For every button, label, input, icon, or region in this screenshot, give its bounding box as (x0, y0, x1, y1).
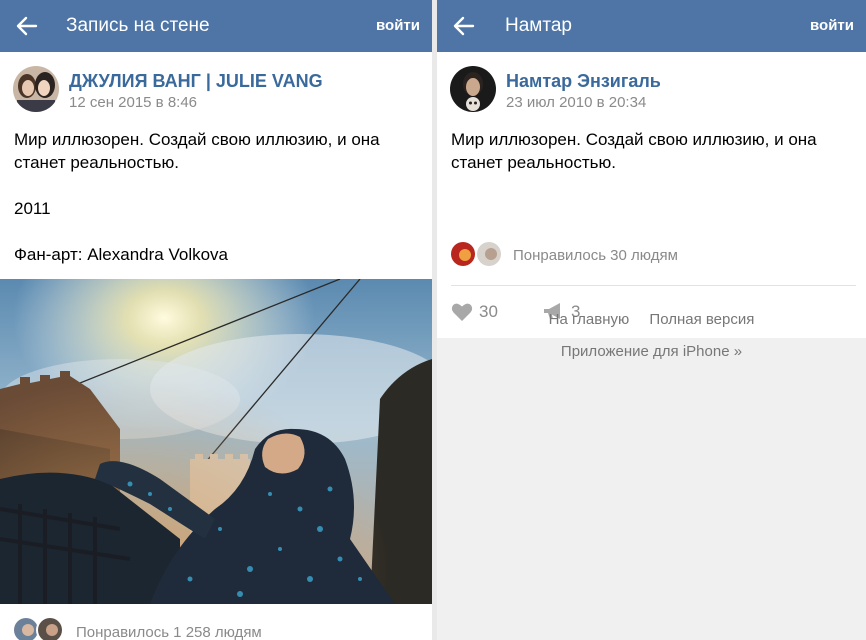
post-date[interactable]: 23 июл 2010 в 20:34 (506, 94, 646, 112)
likes-count-text[interactable]: Понравилось 1 258 людям (76, 624, 262, 640)
post-text-paragraph: Мир иллюзорен. Создай свою иллюзию, и он… (14, 130, 380, 172)
full-version-link[interactable]: Полная версия (649, 311, 754, 328)
post-author-link[interactable]: Намтар Энзигаль (506, 70, 661, 92)
likes-row[interactable]: Понравилось 30 людям (437, 238, 866, 272)
page-title: Запись на стене (66, 15, 210, 36)
page-title: Намтар (505, 15, 572, 36)
login-button[interactable]: войти (810, 17, 854, 35)
likes-count-text[interactable]: Понравилось 30 людям (513, 247, 678, 265)
post-text-paragraph: Мир иллюзорен. Создай свою иллюзию, и он… (451, 130, 817, 172)
liker-avatar[interactable] (36, 616, 64, 640)
post-text: Мир иллюзорен. Создай свою иллюзию, и он… (0, 124, 432, 266)
liker-avatar[interactable] (449, 240, 477, 268)
top-bar: Запись на стене войти (0, 0, 432, 52)
post-text-paragraph: Фан-арт: Alexandra Volkova (14, 245, 229, 264)
footer-links: На главную Полная версия (437, 311, 866, 329)
post-photo[interactable] (0, 279, 432, 604)
top-bar: Намтар войти (437, 0, 866, 52)
post-text: Мир иллюзорен. Создай свою иллюзию, и он… (437, 124, 866, 174)
author-avatar[interactable] (13, 66, 59, 112)
wall-post-panel: Запись на стене войти ДЖУЛИЯ ВАНГ | JULI… (0, 0, 432, 640)
wall-post-panel-right: Намтар войти Намтар Энзигаль 23 июл 2010… (437, 0, 866, 640)
author-avatar[interactable] (450, 66, 496, 112)
post-header: ДЖУЛИЯ ВАНГ | JULIE VANG 12 сен 2015 в 8… (0, 52, 432, 124)
post-date[interactable]: 12 сен 2015 в 8:46 (69, 94, 197, 112)
post-header: Намтар Энзигаль 23 июл 2010 в 20:34 (437, 52, 866, 124)
back-arrow-icon[interactable] (453, 15, 475, 37)
login-button[interactable]: войти (376, 17, 420, 35)
liker-avatar[interactable] (475, 240, 503, 268)
post-text-paragraph: 2011 (14, 199, 51, 218)
post-card: Намтар Энзигаль 23 июл 2010 в 20:34 Мир … (437, 52, 866, 338)
back-arrow-icon[interactable] (16, 15, 38, 37)
post-author-link[interactable]: ДЖУЛИЯ ВАНГ | JULIE VANG (69, 70, 323, 92)
divider-line (451, 285, 856, 286)
home-link[interactable]: На главную (549, 311, 630, 328)
iphone-app-link[interactable]: Приложение для iPhone » (437, 343, 866, 361)
likes-row[interactable]: Понравилось 1 258 людям (0, 616, 432, 640)
